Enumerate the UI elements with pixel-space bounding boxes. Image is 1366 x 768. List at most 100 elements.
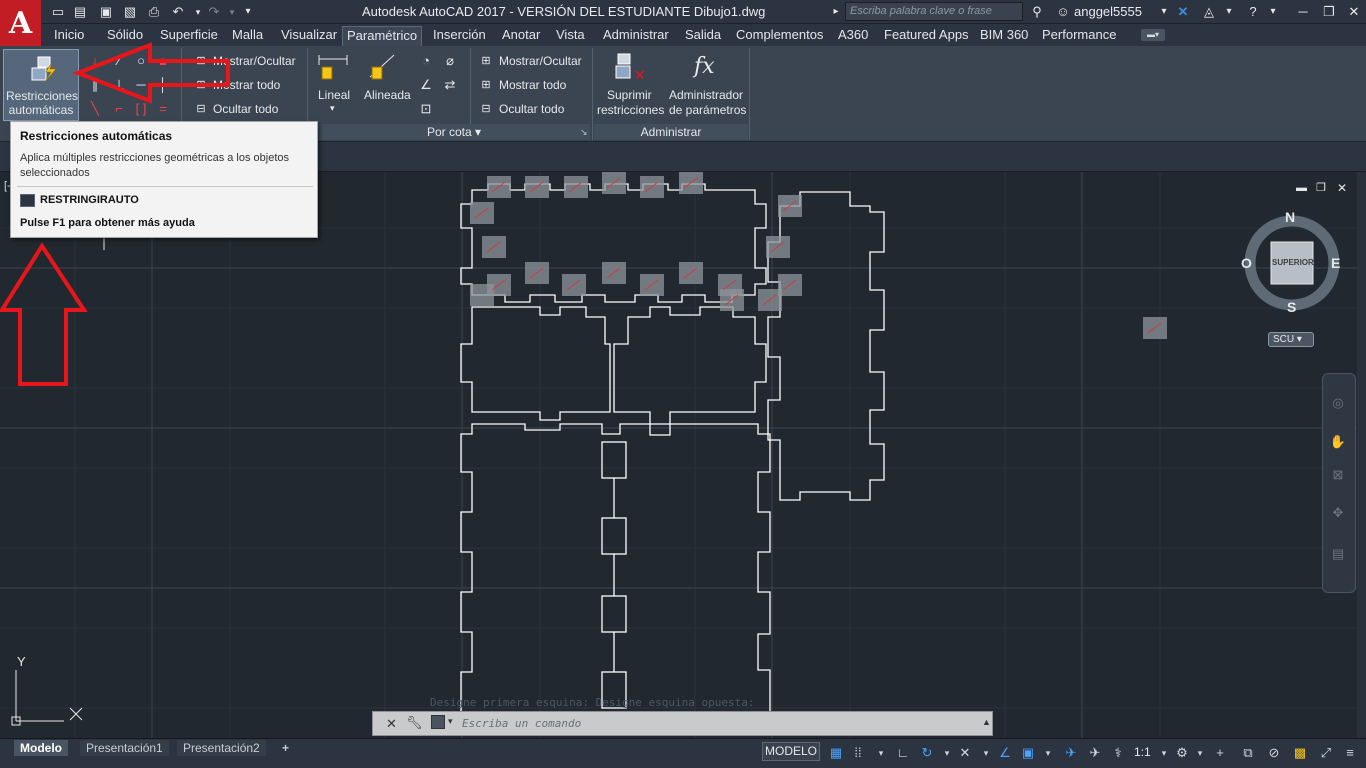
delete-constraints-label-1[interactable]: Suprimir <box>607 88 652 102</box>
diameter-dimension-icon[interactable]: ⌀ <box>440 51 460 71</box>
constraint-glyphs[interactable] <box>470 172 1167 339</box>
exchange-apps-icon[interactable]: ✕ <box>1174 3 1192 21</box>
ortho-mode-icon[interactable]: ∟ <box>893 743 913 763</box>
model-space-button[interactable]: MODELO <box>762 742 820 761</box>
annotation-scale-icon[interactable]: ⚕ <box>1108 743 1128 763</box>
tab-salida[interactable]: Salida <box>681 26 725 46</box>
tab-presentacion2[interactable]: Presentación2 <box>177 740 266 756</box>
viewport-close-icon[interactable]: ✕ <box>1337 181 1347 195</box>
dim-extra-icon[interactable]: ⊡ <box>416 99 436 119</box>
clean-screen-icon[interactable]: ⤢ <box>1316 743 1336 763</box>
ucs-menu-button[interactable]: SCU ▾ <box>1268 332 1314 347</box>
a360-dropdown-icon[interactable]: ▾ <box>1220 3 1238 21</box>
radial-dimension-icon[interactable]: ◔ <box>416 51 436 71</box>
parameters-manager-label-1[interactable]: Administrador <box>669 88 743 102</box>
dim-hide-all-button[interactable]: Ocultar todo <box>499 102 564 116</box>
close-button[interactable]: ✕ <box>1343 3 1365 21</box>
orbit-icon[interactable]: ✥ <box>1328 503 1348 523</box>
object-snap-icon[interactable]: ▣ <box>1018 743 1038 763</box>
dimensional-panel-title[interactable]: Por cota ▾ <box>318 124 590 140</box>
undo-icon[interactable]: ↶ <box>169 3 187 21</box>
workspace-gear-icon[interactable]: ⚙ <box>1172 743 1192 763</box>
dim-show-all-button[interactable]: Mostrar todo <box>499 78 566 92</box>
panel-dialog-launcher-icon[interactable]: ↘ <box>580 127 588 138</box>
drawing-geometry[interactable] <box>460 183 885 729</box>
auto-scale-icon[interactable]: ✈ <box>1085 743 1105 763</box>
workspace-dropdown-icon[interactable]: ▾ <box>1190 743 1210 763</box>
zoom-extents-icon[interactable]: ⊠ <box>1328 465 1348 485</box>
tab-performance[interactable]: Performance <box>1038 26 1120 46</box>
help-dropdown-icon[interactable]: ▾ <box>1264 3 1282 21</box>
convert-dimension-icon[interactable]: ⇄ <box>440 75 460 95</box>
tab-presentacion1[interactable]: Presentación1 <box>80 740 169 756</box>
tab-featured-apps[interactable]: Featured Apps <box>880 26 973 46</box>
hardware-acceleration-icon[interactable]: ▩ <box>1290 743 1310 763</box>
command-expand-icon[interactable]: ▲ <box>982 717 991 727</box>
viewcube-north[interactable]: N <box>1285 209 1295 225</box>
linear-dimension-button[interactable]: Lineal <box>318 88 350 102</box>
aligned-dimension-button[interactable]: Alineada <box>364 88 411 102</box>
polar-tracking-icon[interactable]: ↻ <box>917 743 937 763</box>
linear-dropdown-icon[interactable]: ▾ <box>330 103 335 114</box>
units-icon[interactable]: ⧉ <box>1238 743 1258 763</box>
command-close-icon[interactable]: ✕ <box>386 716 397 732</box>
annotation-scale-value[interactable]: 1:1 <box>1134 745 1151 759</box>
minimize-button[interactable]: ─ <box>1292 3 1314 21</box>
recent-commands-dropdown-icon[interactable]: ▾ <box>448 716 453 727</box>
tab-complementos[interactable]: Complementos <box>732 26 827 46</box>
isometric-dropdown-icon[interactable]: ▾ <box>976 743 996 763</box>
open-folder-icon[interactable]: ▤ <box>71 3 89 21</box>
viewport-restore-icon[interactable]: ❐ <box>1316 181 1326 194</box>
dim-show-hide-button[interactable]: Mostrar/Ocultar <box>499 54 582 68</box>
annotation-visibility-icon[interactable]: ✈ <box>1061 743 1081 763</box>
parameters-manager-label-2[interactable]: de parámetros <box>669 103 746 117</box>
command-customize-wrench-icon[interactable]: 🔧︎ <box>406 715 423 731</box>
object-snap-tracking-icon[interactable]: ∠ <box>995 743 1015 763</box>
print-icon[interactable]: ⎙ <box>145 3 163 21</box>
viewcube-east[interactable]: E <box>1331 255 1340 271</box>
viewport-minimize-icon[interactable]: ▬ <box>1296 182 1307 194</box>
viewcube-south[interactable]: S <box>1287 299 1296 315</box>
scale-dropdown-icon[interactable]: ▾ <box>1154 743 1174 763</box>
ribbon-minimize-toggle-icon[interactable]: ▬▾ <box>1141 29 1165 41</box>
parameters-manager-icon[interactable]: fx <box>694 54 715 79</box>
command-input[interactable]: Escriba un comando <box>458 715 978 732</box>
viewcube-west[interactable]: O <box>1241 255 1252 271</box>
isolate-objects-icon[interactable]: ⊘ <box>1264 743 1284 763</box>
isometric-drafting-icon[interactable]: ✕ <box>955 743 975 763</box>
quick-access-customize-icon[interactable]: ▾ <box>239 3 257 21</box>
snap-dropdown-icon[interactable]: ▾ <box>871 743 891 763</box>
pan-hand-icon[interactable]: ✋ <box>1328 432 1348 452</box>
command-prompt-icon[interactable] <box>431 715 445 729</box>
save-icon[interactable]: ▣ <box>97 3 115 21</box>
tab-modelo[interactable]: Modelo <box>14 740 68 756</box>
delete-constraints-label-2[interactable]: restricciones <box>597 103 664 117</box>
tab-anotar[interactable]: Anotar <box>498 26 544 46</box>
help-icon[interactable]: ? <box>1244 3 1262 21</box>
save-as-icon[interactable]: ▧ <box>121 3 139 21</box>
title-expand-icon[interactable]: ▸ <box>827 3 845 21</box>
polar-dropdown-icon[interactable]: ▾ <box>937 743 957 763</box>
tab-a360[interactable]: A360 <box>834 26 872 46</box>
redo-icon[interactable]: ↷ <box>205 3 223 21</box>
user-name[interactable]: anggel5555 <box>1074 4 1142 19</box>
user-dropdown-icon[interactable]: ▾ <box>1155 3 1173 21</box>
vertical-scrollbar[interactable] <box>1357 172 1366 738</box>
tab-bim360[interactable]: BIM 360 <box>976 26 1032 46</box>
annotation-monitor-icon[interactable]: + <box>1210 743 1230 763</box>
customization-menu-icon[interactable]: ≡ <box>1340 743 1360 763</box>
angular-dimension-icon[interactable]: ∠ <box>416 75 436 95</box>
search-input[interactable]: Escriba palabra clave o frase <box>845 2 1023 21</box>
viewcube-top-face[interactable]: SUPERIOR <box>1272 258 1314 267</box>
grid-display-icon[interactable]: ▦ <box>826 743 846 763</box>
new-file-icon[interactable]: ▭ <box>49 3 67 21</box>
search-binoculars-icon[interactable]: ⚲ <box>1028 3 1046 21</box>
tab-administrar[interactable]: Administrar <box>599 26 673 46</box>
user-icon[interactable]: ☺ <box>1054 3 1072 21</box>
tab-insercion[interactable]: Inserción <box>429 26 490 46</box>
a360-connect-icon[interactable]: ◬ <box>1200 3 1218 21</box>
tab-visualizar[interactable]: Visualizar <box>277 26 341 46</box>
osnap-dropdown-icon[interactable]: ▾ <box>1038 743 1058 763</box>
tab-vista[interactable]: Vista <box>552 26 589 46</box>
showmotion-icon[interactable]: ▤ <box>1328 544 1348 564</box>
